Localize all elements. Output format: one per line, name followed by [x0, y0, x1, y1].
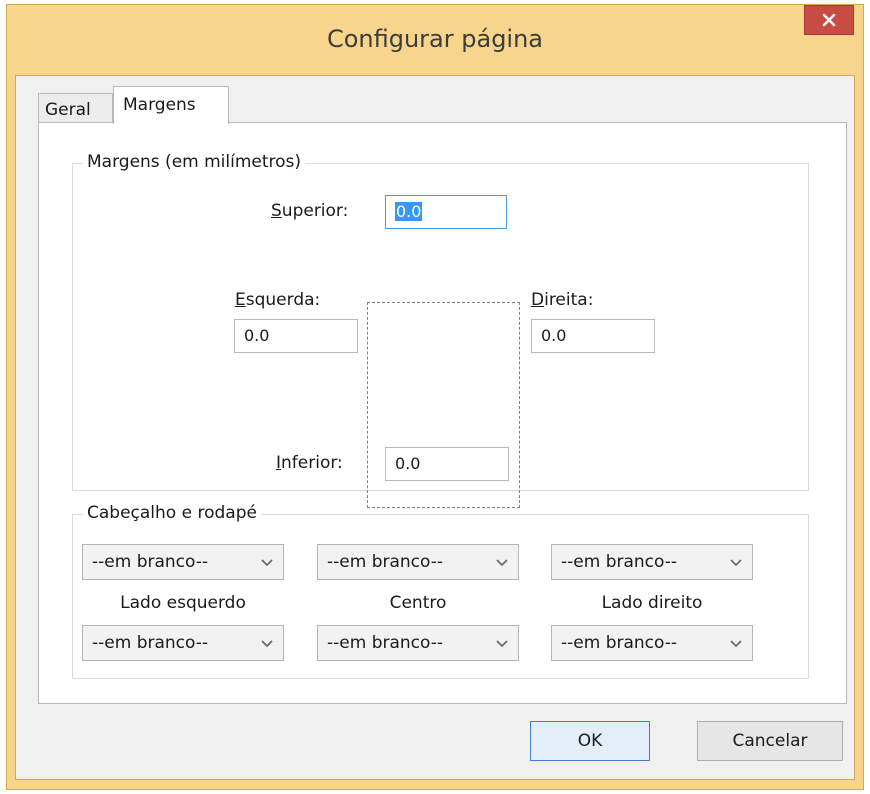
footer-center-select[interactable]: --em branco-- [317, 625, 519, 661]
column-label-left: Lado esquerdo [120, 593, 246, 613]
tab-margens-label: Margens [123, 95, 196, 115]
chevron-down-icon [261, 640, 273, 648]
column-label-right: Lado direito [601, 593, 703, 613]
top-margin-input[interactable]: 0.0 [385, 195, 507, 229]
tab-panel-margens: Margens (em milímetros) Superior: 0.0 Es… [38, 122, 847, 704]
close-button[interactable] [804, 5, 854, 35]
chevron-down-icon [261, 559, 273, 567]
bottom-margin-input[interactable]: 0.0 [385, 447, 509, 481]
chevron-down-icon [496, 640, 508, 648]
chevron-down-icon [730, 559, 742, 567]
dialog-title: Configurar página [326, 25, 544, 53]
dialog-body: Geral Margens (em milímetros) Superior: … [15, 75, 855, 780]
margins-group-legend: Margens (em milímetros) [83, 152, 306, 172]
footer-right-select[interactable]: --em branco-- [551, 625, 753, 661]
ok-button[interactable]: OK [530, 721, 650, 761]
dialog-window: Configurar página Geral Margens (em milí… [6, 4, 864, 790]
tab-margens[interactable]: Margens [113, 86, 229, 124]
right-margin-input[interactable]: 0.0 [531, 319, 655, 353]
top-margin-label: Superior: [271, 201, 349, 221]
chevron-down-icon [730, 640, 742, 648]
left-margin-input[interactable]: 0.0 [234, 319, 358, 353]
chevron-down-icon [496, 559, 508, 567]
header-center-select[interactable]: --em branco-- [317, 544, 519, 580]
tab-geral-label: Geral [45, 100, 91, 120]
tab-geral[interactable]: Geral [38, 93, 113, 123]
header-left-select[interactable]: --em branco-- [82, 544, 284, 580]
bottom-margin-label: Inferior: [276, 453, 343, 473]
close-icon [822, 13, 836, 27]
title-bar[interactable]: Configurar página [7, 5, 863, 75]
column-label-center: Centro [389, 593, 447, 613]
header-right-select[interactable]: --em branco-- [551, 544, 753, 580]
right-margin-label: Direita: [531, 290, 594, 310]
footer-left-select[interactable]: --em branco-- [82, 625, 284, 661]
cancel-button[interactable]: Cancelar [697, 721, 843, 761]
left-margin-label: Esquerda: [235, 290, 321, 310]
header-footer-legend: Cabeçalho e rodapé [83, 503, 261, 523]
